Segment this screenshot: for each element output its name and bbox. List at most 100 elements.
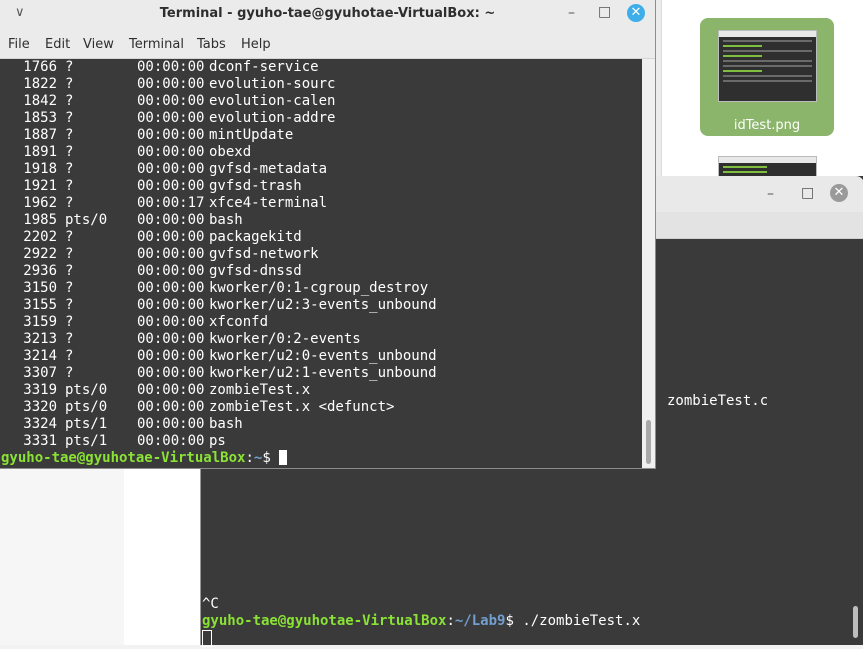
maximize-icon[interactable]: □: [801, 186, 814, 200]
menu-terminal[interactable]: Terminal: [129, 37, 184, 52]
process-pid: 1887: [23, 127, 57, 143]
scrollbar-track[interactable]: [642, 59, 655, 468]
process-tty: ?: [65, 280, 74, 296]
file-manager-strip: [124, 468, 200, 645]
menu-edit[interactable]: Edit: [45, 37, 70, 52]
process-time: 00:00:00: [137, 263, 205, 279]
command-text: ./zombieTest.x: [513, 613, 641, 629]
process-tty: ?: [65, 59, 74, 75]
cursor-line: [202, 630, 212, 649]
process-tty: ?: [65, 365, 74, 381]
process-tty: pts/1: [65, 433, 108, 449]
menu-view[interactable]: View: [83, 37, 114, 52]
process-command: kworker/u2:3-events_unbound: [209, 297, 437, 313]
process-time: 00:00:00: [137, 212, 205, 228]
process-pid: 3324: [23, 416, 57, 432]
minimize-icon[interactable]: –: [767, 187, 774, 201]
process-time: 00:00:17: [137, 195, 205, 211]
terminal-window[interactable]: ∨ Terminal - gyuho-tae@gyuhotae-VirtualB…: [0, 0, 656, 469]
process-pid: 3320: [23, 399, 57, 415]
close-icon[interactable]: ✕: [830, 184, 848, 202]
thumbnail-image: [718, 30, 817, 102]
process-pid: 1891: [23, 144, 57, 160]
process-pid: 3213: [23, 331, 57, 347]
process-time: 00:00:00: [137, 93, 205, 109]
terminal-output[interactable]: 1766? 00:00:00 dconf-service 1822? 00:00:00 e…: [0, 59, 642, 467]
process-time: 00:00:00: [137, 348, 205, 364]
process-pid: 1962: [23, 195, 57, 211]
process-command: evolution-calen: [209, 93, 336, 109]
process-time: 00:00:00: [137, 331, 205, 347]
prompt-sign: $: [262, 450, 271, 466]
process-time: 00:00:00: [137, 229, 205, 245]
process-pid: 3159: [23, 314, 57, 330]
process-time: 00:00:00: [137, 314, 205, 330]
scrollbar[interactable]: [853, 606, 858, 638]
process-time: 00:00:00: [137, 365, 205, 381]
prompt-colon: :: [245, 450, 254, 466]
process-command: zombieTest.x: [209, 382, 311, 398]
process-pid: 1766: [23, 59, 57, 75]
process-pid: 3307: [23, 365, 57, 381]
window-titlebar[interactable]: ∨ Terminal - gyuho-tae@gyuhotae-VirtualB…: [0, 0, 655, 30]
process-tty: ?: [65, 144, 74, 160]
process-pid: 2922: [23, 246, 57, 262]
cursor: [279, 450, 288, 465]
process-tty: pts/0: [65, 399, 108, 415]
menu-help[interactable]: Help: [241, 37, 271, 52]
process-command: xfconfd: [209, 314, 269, 330]
process-time: 00:00:00: [137, 416, 205, 432]
process-time: 00:00:00: [137, 76, 205, 92]
menubar: File Edit View Terminal Tabs Help: [0, 30, 655, 59]
scrollbar-thumb[interactable]: [646, 420, 651, 464]
process-tty: pts/0: [65, 382, 108, 398]
process-time: 00:00:00: [137, 127, 205, 143]
process-tty: ?: [65, 314, 74, 330]
process-pid: 1853: [23, 110, 57, 126]
process-time: 00:00:00: [137, 399, 205, 415]
process-tty: ?: [65, 263, 74, 279]
process-tty: pts/1: [65, 416, 108, 432]
process-command: mintUpdate: [209, 127, 294, 143]
process-command: dconf-service: [209, 59, 319, 75]
process-tty: ?: [65, 178, 74, 194]
process-command: bash: [209, 212, 243, 228]
process-command: bash: [209, 416, 243, 432]
process-command: xfce4-terminal: [209, 195, 328, 211]
file-manager-divider: [655, 0, 662, 180]
file-thumbnail-idtest[interactable]: idTest.png: [700, 18, 834, 136]
prompt-path: ~/Lab9: [454, 613, 506, 629]
process-tty: ?: [65, 229, 74, 245]
prompt-colon: :: [446, 613, 455, 629]
process-time: 00:00:00: [137, 382, 205, 398]
process-command: kworker/0:1-cgroup_destroy: [209, 280, 429, 296]
menu-tabs[interactable]: Tabs: [197, 37, 226, 52]
process-command: gvfsd-trash: [209, 178, 302, 194]
process-tty: ?: [65, 110, 74, 126]
process-command: evolution-addre: [209, 110, 336, 126]
prompt-line: gyuho-tae@gyuhotae-VirtualBox:~$: [1, 450, 288, 467]
process-command: kworker/0:2-events: [209, 331, 361, 347]
maximize-icon[interactable]: □: [598, 5, 611, 19]
cursor: [202, 630, 212, 647]
process-tty: ?: [65, 297, 74, 313]
menu-file[interactable]: File: [8, 37, 30, 52]
process-tty: ?: [65, 93, 74, 109]
close-icon[interactable]: ✕: [627, 4, 645, 22]
process-pid: 3331: [23, 433, 57, 449]
process-pid: 1918: [23, 161, 57, 177]
process-time: 00:00:00: [137, 246, 205, 262]
process-tty: ?: [65, 246, 74, 262]
process-command: obexd: [209, 144, 252, 160]
window-title: Terminal - gyuho-tae@gyuhotae-VirtualBox…: [159, 6, 496, 21]
process-time: 00:00:00: [137, 144, 205, 160]
process-command: packagekitd: [209, 229, 302, 245]
process-pid: 1822: [23, 76, 57, 92]
process-command: gvfsd-network: [209, 246, 319, 262]
process-time: 00:00:00: [137, 161, 205, 177]
process-pid: 3319: [23, 382, 57, 398]
prompt-sign: $: [505, 613, 514, 629]
process-command: gvfsd-metadata: [209, 161, 328, 177]
file-listing: zombieTest.c: [667, 393, 769, 409]
minimize-icon[interactable]: –: [568, 6, 575, 20]
